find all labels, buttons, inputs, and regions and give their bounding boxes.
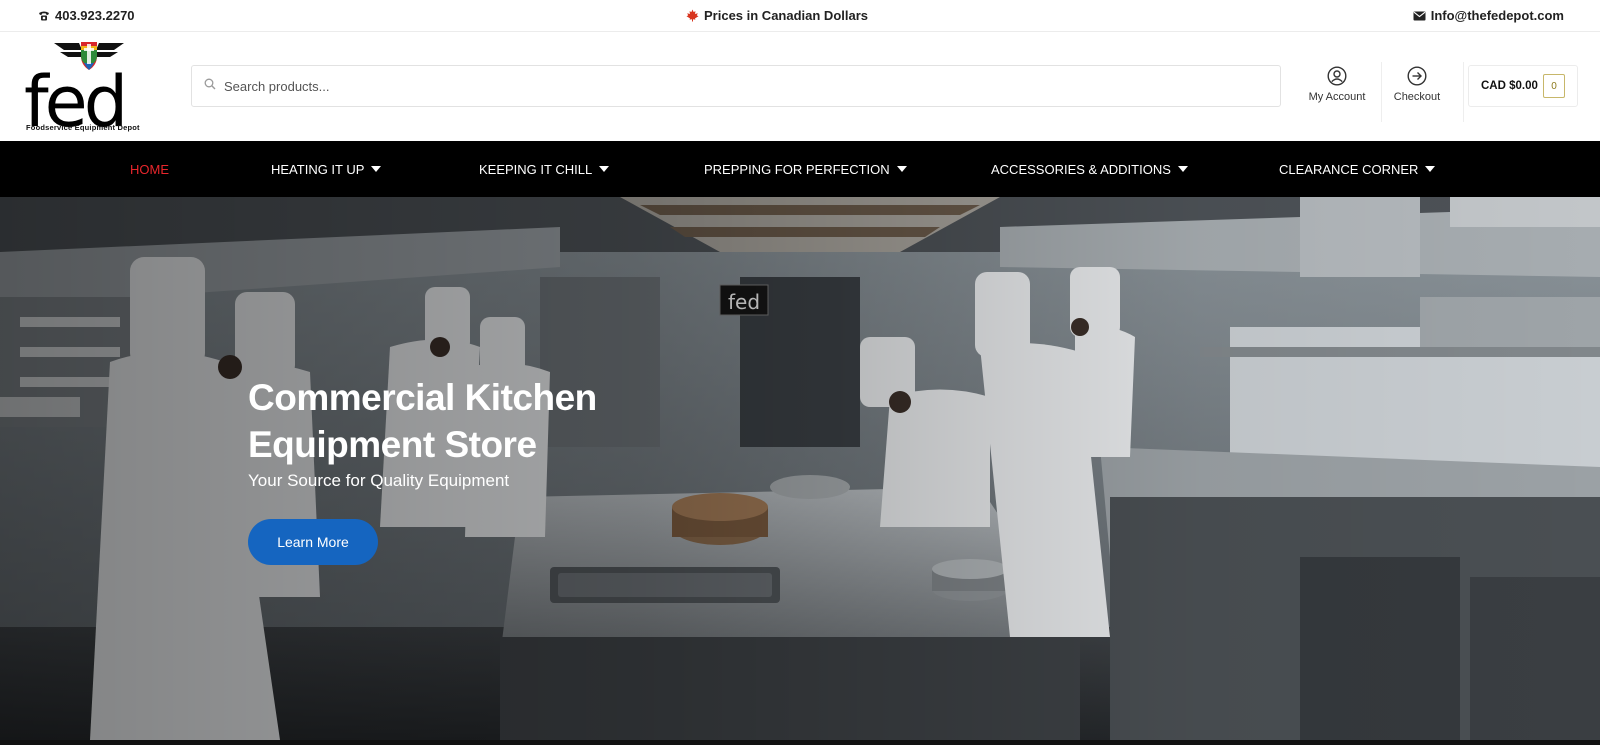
logo-subtitle: Foodservice Equipment Depot — [26, 123, 140, 132]
nav-item-label: HOME — [130, 161, 169, 177]
search-bar[interactable] — [191, 65, 1281, 107]
phone-icon — [38, 10, 50, 22]
page-bottom-edge — [0, 740, 1600, 745]
currency-text: Prices in Canadian Dollars — [704, 8, 869, 23]
hero-subtitle: Your Source for Quality Equipment — [248, 471, 510, 490]
maple-leaf-icon — [686, 9, 699, 22]
nav-item-clearance-corner[interactable]: CLEARANCE CORNER — [1279, 141, 1436, 197]
nav-item-label: ACCESSORIES & ADDITIONS — [991, 161, 1171, 177]
caret-down-icon — [896, 166, 907, 172]
nav-item-label: KEEPING IT CHILL — [479, 161, 593, 177]
my-account-link[interactable]: My Account — [1297, 66, 1377, 103]
nav-item-label: HEATING IT UP — [271, 161, 365, 177]
cart-count-badge: 0 — [1543, 74, 1565, 98]
my-account-label: My Account — [1308, 91, 1366, 103]
cart-total: CAD $0.00 — [1481, 80, 1538, 92]
caret-down-icon — [599, 166, 610, 172]
email-address: Info@thefedepot.com — [1430, 8, 1564, 23]
nav-item-keeping-it-chill[interactable]: KEEPING IT CHILL — [479, 141, 610, 197]
site-logo[interactable]: fed — [24, 40, 154, 143]
caret-down-icon — [371, 166, 382, 172]
caret-down-icon — [1425, 166, 1436, 172]
nav-item-prepping-for-perfection[interactable]: PREPPING FOR PERFECTION — [704, 141, 907, 197]
checkout-label: Checkout — [1393, 91, 1441, 103]
arrow-circle-icon — [1377, 66, 1457, 86]
email-contact[interactable]: Info@thefedepot.com — [1413, 8, 1564, 23]
nav-item-label: CLEARANCE CORNER — [1279, 161, 1419, 177]
learn-more-button[interactable]: Learn More — [248, 519, 378, 565]
phone-number: 403.923.2270 — [55, 8, 135, 23]
header-divider — [1463, 62, 1464, 122]
nav-item-accessories-additions[interactable]: ACCESSORIES & ADDITIONS — [991, 141, 1188, 197]
nav-item-heating-it-up[interactable]: HEATING IT UP — [271, 141, 382, 197]
hero-overlay — [0, 197, 1600, 740]
cart-button[interactable]: CAD $0.00 0 — [1468, 65, 1578, 107]
envelope-icon — [1413, 11, 1426, 21]
checkout-link[interactable]: Checkout — [1377, 66, 1457, 103]
top-info-bar: 403.923.2270 Prices in Canadian Dollars … — [0, 0, 1600, 32]
nav-item-home[interactable]: HOME — [130, 141, 169, 197]
nav-item-label: PREPPING FOR PERFECTION — [704, 161, 890, 177]
hero-title: Commercial Kitchen Equipment Store — [248, 377, 597, 465]
hero-banner: fed Commercial Kitchen Equipment Store Y… — [0, 197, 1600, 740]
search-icon — [204, 77, 216, 95]
currency-notice: Prices in Canadian Dollars — [686, 8, 868, 23]
phone-contact[interactable]: 403.923.2270 — [38, 8, 135, 23]
site-header: fed Foodservice Equipment Depot My Accou… — [0, 32, 1600, 143]
user-circle-icon — [1297, 66, 1377, 86]
main-navigation: HOME HEATING IT UP KEEPING IT CHILL PREP… — [0, 141, 1600, 197]
caret-down-icon — [1177, 166, 1188, 172]
search-input[interactable] — [224, 78, 1224, 94]
